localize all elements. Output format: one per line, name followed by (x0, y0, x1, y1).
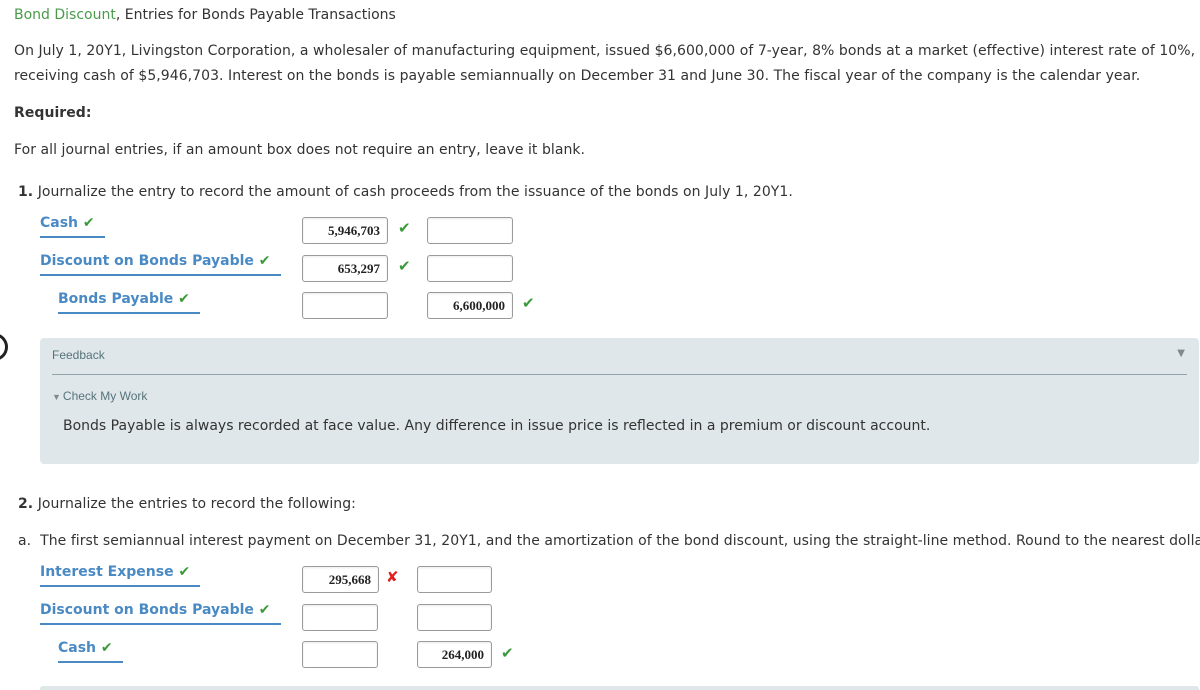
q2-cash-debit-input[interactable] (302, 641, 378, 668)
check-icon: ✔ (522, 294, 535, 312)
q2-cash-credit-input[interactable] (417, 641, 492, 668)
q1-cash-credit-input[interactable] (427, 217, 513, 244)
left-edge-decoration (0, 333, 8, 361)
check-icon: ✔ (398, 219, 411, 237)
check-icon: ✔ (82, 215, 95, 231)
account-name: Cash (40, 215, 79, 231)
q2-interest-expense-debit-input[interactable] (302, 566, 379, 593)
q1-cash-debit-input[interactable] (302, 217, 388, 244)
check-icon: ✔ (398, 257, 411, 275)
feedback-text: Bonds Payable is always recorded at face… (63, 418, 931, 434)
check-icon: ✔ (258, 253, 271, 269)
account-name: Interest Expense (40, 564, 174, 580)
q1-account-cash[interactable]: Cash ✔ (40, 215, 105, 238)
problem-line-1: On July 1, 20Y1, Livingston Corporation,… (14, 43, 1196, 59)
question-2-number: 2. (18, 496, 34, 512)
check-icon: ✔ (258, 602, 271, 618)
page-title-text: , Entries for Bonds Payable Transactions (115, 7, 396, 23)
bond-discount-link[interactable]: Bond Discount (14, 7, 116, 23)
q2-account-discount-on-bonds-payable[interactable]: Discount on Bonds Payable ✔ (40, 602, 281, 625)
feedback-divider (52, 374, 1187, 375)
check-icon: ✔ (100, 640, 113, 656)
account-name: Discount on Bonds Payable (40, 602, 254, 618)
collapse-arrow-icon[interactable]: ▼ (1177, 348, 1185, 359)
q1-discount-credit-input[interactable] (427, 255, 513, 282)
q1-bonds-payable-credit-input[interactable] (427, 292, 513, 319)
check-icon: ✔ (178, 291, 190, 307)
feedback-header: Feedback (52, 348, 105, 362)
q1-discount-debit-input[interactable] (302, 255, 388, 282)
question-1-number: 1. (18, 184, 34, 200)
q2-discount-credit-input[interactable] (417, 604, 492, 631)
page-title: Bond Discount, Entries for Bonds Payable… (14, 7, 396, 23)
feedback-panel: Feedback ▼ ▼ Check My Work Bonds Payable … (40, 338, 1199, 464)
check-icon: ✔ (178, 564, 191, 580)
problem-line-2: receiving cash of $5,946,703. Interest o… (14, 68, 1141, 84)
q1-bonds-payable-debit-input[interactable] (302, 292, 388, 319)
check-my-work-toggle[interactable]: ▼ Check My Work (52, 389, 147, 403)
question-1-text: Journalize the entry to record the amoun… (37, 184, 793, 200)
q1-account-bonds-payable[interactable]: Bonds Payable ✔ (58, 291, 200, 314)
question-2a-text: a. The first semiannual interest payment… (18, 533, 1200, 549)
question-2-text: Journalize the entries to record the fol… (37, 496, 356, 512)
cross-icon: ✘ (386, 568, 399, 586)
account-name: Bonds Payable (58, 291, 174, 307)
instruction-text: For all journal entries, if an amount bo… (14, 142, 586, 158)
q2-account-interest-expense[interactable]: Interest Expense ✔ (40, 564, 201, 587)
question-2: 2. Journalize the entries to record the … (18, 491, 356, 517)
q2-account-cash[interactable]: Cash ✔ (58, 640, 123, 663)
expand-triangle-icon: ▼ (52, 392, 61, 402)
question-1: 1. Journalize the entry to record the am… (18, 179, 793, 205)
check-my-work-label: Check My Work (62, 389, 148, 403)
q2-discount-debit-input[interactable] (302, 604, 378, 631)
check-icon: ✔ (501, 644, 514, 662)
account-name: Cash (58, 640, 97, 656)
q1-account-discount-on-bonds-payable[interactable]: Discount on Bonds Payable ✔ (40, 253, 281, 276)
feedback-panel-2-partial (40, 686, 1199, 690)
account-name: Discount on Bonds Payable (40, 253, 254, 269)
required-label: Required: (14, 105, 92, 121)
q2-interest-expense-credit-input[interactable] (417, 566, 492, 593)
